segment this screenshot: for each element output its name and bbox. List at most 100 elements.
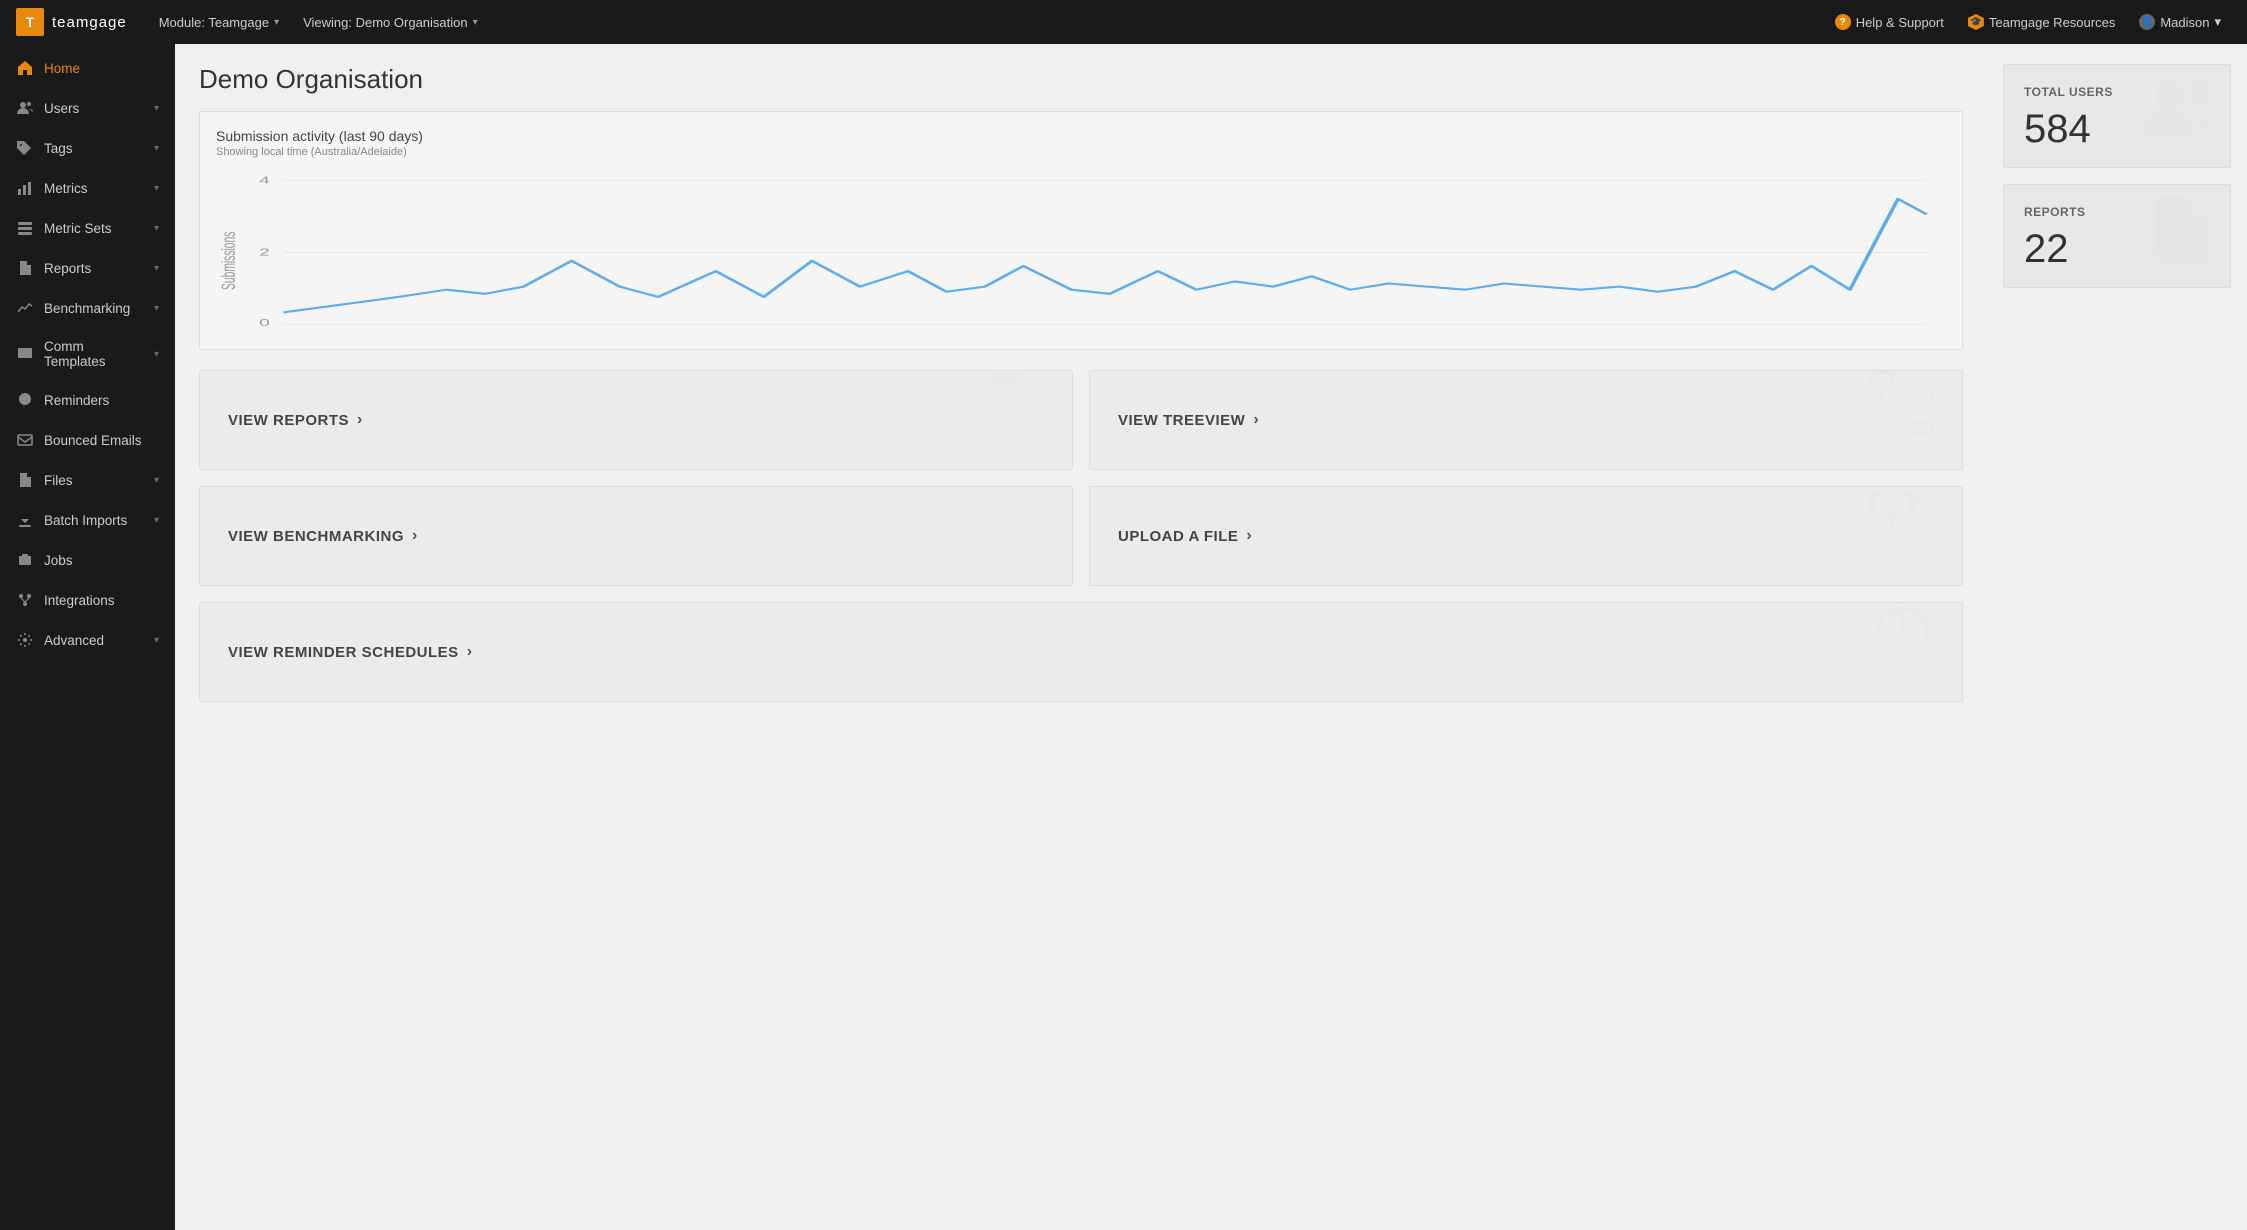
integrations-icon (16, 591, 34, 609)
svg-text:11. Oct: 11. Oct (890, 332, 945, 333)
metrics-icon (16, 179, 34, 197)
tags-chevron: ▾ (154, 143, 159, 154)
sidebar: Home Users ▾ Tags ▾ (0, 44, 175, 1230)
svg-text:15. Nov: 15. Nov (1464, 332, 1524, 333)
resources-icon: 🎓 (1968, 14, 1984, 30)
sidebar-item-batch-imports[interactable]: Batch Imports ▾ (0, 500, 175, 540)
resources-label: Teamgage Resources (1989, 15, 2115, 30)
users-icon (16, 99, 34, 117)
sidebar-label-advanced: Advanced (44, 633, 104, 648)
svg-text:29. ...: 29. ... (1867, 332, 1910, 333)
org-chevron: ▾ (473, 17, 478, 28)
sidebar-label-integrations: Integrations (44, 593, 115, 608)
help-support-label: Help & Support (1856, 15, 1944, 30)
sidebar-item-metrics[interactable]: Metrics ▾ (0, 168, 175, 208)
chart-subtitle: Showing local time (Australia/Adelaide) (216, 146, 1946, 158)
view-reminder-schedules-chevron: › (467, 643, 473, 661)
svg-text:18. Oct: 18. Oct (1005, 332, 1061, 333)
viewing-label: Viewing: Demo Organisation (303, 15, 468, 30)
reports-icon (16, 259, 34, 277)
sidebar-item-reminders[interactable]: Reminders (0, 380, 175, 420)
sidebar-label-users: Users (44, 101, 79, 116)
view-reminder-schedules-card[interactable]: VIEW REMINDER SCHEDULES › (199, 602, 1963, 702)
sidebar-item-comm-templates[interactable]: Comm Templates ▾ (0, 328, 175, 380)
page-title: Demo Organisation (199, 64, 1963, 95)
metric-sets-chevron: ▾ (154, 223, 159, 234)
sidebar-item-advanced[interactable]: Advanced ▾ (0, 620, 175, 660)
benchmarking-bg-icon (972, 486, 1052, 577)
svg-text:0: 0 (259, 317, 270, 328)
benchmarking-icon (16, 299, 34, 317)
logo-text: teamgage (52, 14, 127, 31)
sidebar-label-metric-sets: Metric Sets (44, 221, 112, 236)
jobs-icon (16, 551, 34, 569)
sidebar-item-benchmarking[interactable]: Benchmarking ▾ (0, 288, 175, 328)
topnav-right: ? Help & Support 🎓 Teamgage Resources 👤 … (1825, 0, 2231, 44)
files-icon (16, 471, 34, 489)
sidebar-label-metrics: Metrics (44, 181, 88, 196)
svg-text:Submissions: Submissions (219, 231, 240, 290)
svg-text:13. Sep: 13. Sep (417, 332, 477, 333)
sidebar-item-metric-sets[interactable]: Metric Sets ▾ (0, 208, 175, 248)
view-reminder-schedules-label: VIEW REMINDER SCHEDULES › (228, 643, 473, 661)
chart-svg: 4 2 0 Submissions 6. Sep 13. Sep 20. Sep… (216, 168, 1946, 333)
user-label: Madison (2160, 15, 2209, 30)
upload-file-chevron: › (1246, 527, 1252, 545)
sidebar-item-jobs[interactable]: Jobs (0, 540, 175, 580)
sidebar-item-files[interactable]: Files ▾ (0, 460, 175, 500)
upload-file-card[interactable]: UPLOAD A FILE › (1089, 486, 1963, 586)
svg-text:4: 4 (259, 175, 270, 186)
sidebar-item-integrations[interactable]: Integrations (0, 580, 175, 620)
view-reports-label: VIEW REPORTS › (228, 411, 363, 429)
comm-icon (16, 345, 34, 363)
svg-text:1. Nov: 1. Nov (1239, 332, 1289, 333)
help-icon: ? (1835, 14, 1851, 30)
chart-card: Submission activity (last 90 days) Showi… (199, 111, 1963, 350)
module-label: Module: Teamgage (159, 15, 269, 30)
benchmarking-chevron: ▾ (154, 303, 159, 314)
svg-text:27. Sep: 27. Sep (657, 332, 717, 333)
topnav: T teamgage Module: Teamgage ▾ Viewing: D… (0, 0, 2247, 44)
svg-text:4. Oct: 4. Oct (779, 332, 825, 333)
sidebar-label-batch-imports: Batch Imports (44, 513, 127, 528)
sidebar-item-home[interactable]: Home (0, 48, 175, 88)
treeview-bg-icon (1862, 370, 1942, 461)
sidebar-item-reports[interactable]: Reports ▾ (0, 248, 175, 288)
main-content: Demo Organisation Submission activity (l… (175, 44, 1987, 1230)
reminders-icon (16, 391, 34, 409)
sidebar-item-bounced-emails[interactable]: Bounced Emails (0, 420, 175, 460)
sidebar-label-benchmarking: Benchmarking (44, 301, 130, 316)
batch-imports-chevron: ▾ (154, 515, 159, 526)
sidebar-item-users[interactable]: Users ▾ (0, 88, 175, 128)
users-chevron: ▾ (154, 103, 159, 114)
user-chevron: ▾ (2214, 14, 2221, 30)
stats-panel: TOTAL USERS 584 REPORTS 22 (1987, 44, 2247, 1230)
tag-icon (16, 139, 34, 157)
sidebar-item-tags[interactable]: Tags ▾ (0, 128, 175, 168)
reminders-bg-icon (1862, 602, 1942, 693)
user-menu[interactable]: 👤 Madison ▾ (2129, 0, 2231, 44)
svg-text:22. Nov: 22. Nov (1580, 332, 1640, 333)
action-cards-row2: VIEW BENCHMARKING › UPLOAD A FILE › (199, 486, 1963, 586)
sidebar-label-reports: Reports (44, 261, 91, 276)
view-benchmarking-chevron: › (412, 527, 418, 545)
advanced-chevron: ▾ (154, 635, 159, 646)
view-reports-card[interactable]: VIEW REPORTS › (199, 370, 1073, 470)
svg-text:25. Oct: 25. Oct (1120, 332, 1176, 333)
action-cards-row1: VIEW REPORTS › VIEW TREEVIEW › (199, 370, 1963, 470)
help-support-link[interactable]: ? Help & Support (1825, 0, 1954, 44)
resources-link[interactable]: 🎓 Teamgage Resources (1958, 0, 2125, 44)
sidebar-label-bounced-emails: Bounced Emails (44, 433, 142, 448)
logo[interactable]: T teamgage (16, 8, 127, 36)
logo-icon: T (16, 8, 44, 36)
metric-sets-icon (16, 219, 34, 237)
chart-area: 4 2 0 Submissions 6. Sep 13. Sep 20. Sep… (216, 168, 1946, 333)
svg-text:6. Sep: 6. Sep (306, 332, 356, 333)
svg-text:8. Nov: 8. Nov (1354, 332, 1404, 333)
metrics-chevron: ▾ (154, 183, 159, 194)
reports-stat-bg-icon (2140, 191, 2220, 287)
view-treeview-card[interactable]: VIEW TREEVIEW › (1089, 370, 1963, 470)
module-selector[interactable]: Module: Teamgage ▾ (147, 0, 291, 44)
view-benchmarking-card[interactable]: VIEW BENCHMARKING › (199, 486, 1073, 586)
org-selector[interactable]: Viewing: Demo Organisation ▾ (291, 0, 490, 44)
